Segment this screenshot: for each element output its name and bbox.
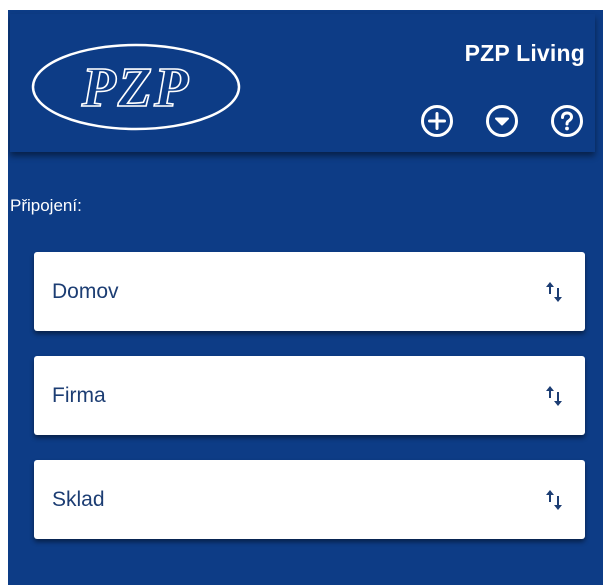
connection-item-firma[interactable]: Firma bbox=[34, 356, 585, 435]
logo-text: PZP bbox=[81, 57, 191, 119]
help-button[interactable] bbox=[550, 104, 584, 138]
add-connection-button[interactable] bbox=[420, 104, 454, 138]
dropdown-menu-button[interactable] bbox=[485, 104, 519, 138]
swap-arrows-icon bbox=[543, 383, 565, 409]
connection-name: Firma bbox=[52, 384, 106, 407]
app-header: PZP PZP Living bbox=[10, 14, 595, 152]
connection-name: Sklad bbox=[52, 488, 105, 511]
question-circle-icon bbox=[551, 105, 583, 137]
connection-name: Domov bbox=[52, 280, 119, 303]
app-window: PZP PZP Living Připojení: Domov Firma Sk… bbox=[8, 10, 603, 585]
connection-item-sklad[interactable]: Sklad bbox=[34, 460, 585, 539]
app-title: PZP Living bbox=[464, 40, 585, 66]
plus-circle-icon bbox=[421, 105, 453, 137]
connection-item-domov[interactable]: Domov bbox=[34, 252, 585, 331]
connections-label: Připojení: bbox=[10, 196, 82, 215]
chevron-down-circle-icon bbox=[486, 105, 518, 137]
pzp-logo: PZP bbox=[30, 42, 242, 132]
swap-arrows-icon bbox=[543, 279, 565, 305]
swap-arrows-icon bbox=[543, 487, 565, 513]
